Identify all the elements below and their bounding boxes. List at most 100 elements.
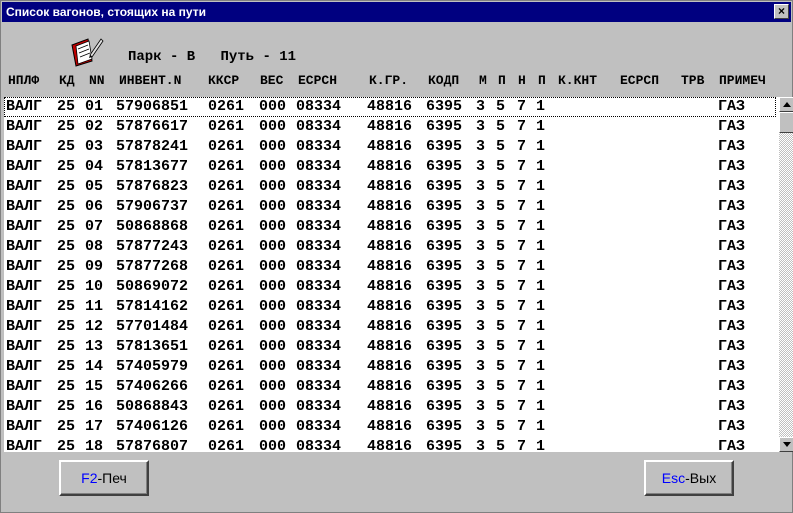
cell: 48816 [367,438,413,452]
scroll-thumb[interactable] [779,112,793,133]
cell: 7 [517,218,527,235]
cell: 6395 [426,398,463,415]
cell: 18 [85,438,104,452]
cell: 5 [496,238,506,255]
list-item[interactable]: ВАЛГ 25 16 50868843 0261 000 08334 48816 6395 3 5 7… [4,397,776,417]
cell: 3 [476,298,486,315]
list-item[interactable]: ВАЛГ 25 15 57406266 0261 000 08334 48816 6395 3 5 7… [4,377,776,397]
cell: 48816 [367,338,413,355]
cell: 25 [57,218,76,235]
cell: ВАЛГ [6,218,43,235]
cell: 6395 [426,218,463,235]
cell: 7 [517,138,527,155]
cell: 14 [85,358,104,375]
title-bar[interactable]: Список вагонов, стоящих на пути × [2,2,791,22]
cell: 48816 [367,238,413,255]
cell: 25 [57,258,76,275]
cell: 5 [496,178,506,195]
print-button[interactable]: F2-Печ [59,460,149,496]
cell: 3 [476,158,486,175]
list-item[interactable]: ВАЛГ 25 05 57876823 0261 000 08334 48816 6395 3 5 7… [4,177,776,197]
exit-button[interactable]: Esc-Вых [644,460,734,496]
list-item[interactable]: ВАЛГ 25 11 57814162 0261 000 08334 48816 6395 3 5 7… [4,297,776,317]
cell: 48816 [367,418,413,435]
cell: ГАЗ [718,178,746,195]
list-item[interactable]: ВАЛГ 25 14 57405979 0261 000 08334 48816 6395 3 5 7… [4,357,776,377]
list-item[interactable]: ВАЛГ 25 07 50868868 0261 000 08334 48816 6395 3 5 7… [4,217,776,237]
list-item[interactable]: ВАЛГ 25 01 57906851 0261 000 08334 48816 6395 3 5 7… [4,97,776,117]
cell: ГАЗ [718,398,746,415]
cell: 3 [476,138,486,155]
notebook-pencil-icon [71,38,104,67]
cell: 5 [496,378,506,395]
cell: 0261 [208,278,245,295]
cell: ВАЛГ [6,358,43,375]
cell: 5 [496,358,506,375]
cell: 7 [517,318,527,335]
cell: 1 [536,118,546,135]
cell: 3 [476,278,486,295]
cell: 5 [496,158,506,175]
cell: 5 [496,118,506,135]
cell: 6395 [426,418,463,435]
column-header: П [498,73,506,88]
column-header: ВЕС [260,73,284,88]
wagon-list[interactable]: ВАЛГ 25 01 57906851 0261 000 08334 48816 6395 3 5 7… [4,97,793,452]
cell: 5 [496,278,506,295]
cell: 57813651 [116,338,189,355]
cell: 50869072 [116,278,189,295]
cell: 57406266 [116,378,189,395]
cell: 25 [57,278,76,295]
cell: 48816 [367,258,413,275]
scroll-down-button[interactable] [779,437,793,452]
cell: ВАЛГ [6,278,43,295]
cell: 5 [496,198,506,215]
cell: 000 [259,298,287,315]
cell: 08334 [296,118,342,135]
list-item[interactable]: ВАЛГ 25 12 57701484 0261 000 08334 48816 6395 3 5 7… [4,317,776,337]
list-item[interactable]: ВАЛГ 25 03 57878241 0261 000 08334 48816 6395 3 5 7… [4,137,776,157]
list-item[interactable]: ВАЛГ 25 13 57813651 0261 000 08334 48816 6395 3 5 7… [4,337,776,357]
vertical-scrollbar[interactable] [779,97,793,452]
print-key: F2 [81,470,98,486]
cell: 1 [536,238,546,255]
cell: 25 [57,138,76,155]
scroll-up-button[interactable] [779,97,793,112]
cell: 1 [536,338,546,355]
cell: 50868843 [116,398,189,415]
cell: 57906851 [116,98,189,115]
cell: 000 [259,338,287,355]
cell: 5 [496,138,506,155]
list-item[interactable]: ВАЛГ 25 04 57813677 0261 000 08334 48816 6395 3 5 7… [4,157,776,177]
cell: 48816 [367,378,413,395]
cell: 0261 [208,118,245,135]
cell: ВАЛГ [6,158,43,175]
list-item[interactable]: ВАЛГ 25 18 57876807 0261 000 08334 48816 6395 3 5 7… [4,437,776,452]
arrow-down-icon [783,442,791,447]
cell: 13 [85,338,104,355]
list-item[interactable]: ВАЛГ 25 10 50869072 0261 000 08334 48816 6395 3 5 7… [4,277,776,297]
cell: 0261 [208,298,245,315]
cell: 000 [259,318,287,335]
cell: ВАЛГ [6,338,43,355]
cell: 000 [259,238,287,255]
cell: 3 [476,378,486,395]
list-item[interactable]: ВАЛГ 25 02 57876617 0261 000 08334 48816 6395 3 5 7… [4,117,776,137]
cell: 3 [476,318,486,335]
list-item[interactable]: ВАЛГ 25 06 57906737 0261 000 08334 48816 6395 3 5 7… [4,197,776,217]
cell: 6395 [426,278,463,295]
cell: ВАЛГ [6,98,43,115]
cell: 3 [476,178,486,195]
cell: 5 [496,398,506,415]
cell: 25 [57,98,76,115]
list-item[interactable]: ВАЛГ 25 09 57877268 0261 000 08334 48816 6395 3 5 7… [4,257,776,277]
cell: 000 [259,158,287,175]
cell: 5 [496,438,506,452]
cell: 7 [517,338,527,355]
cell: 48816 [367,298,413,315]
cell: 01 [85,98,104,115]
close-button[interactable]: × [774,4,789,19]
list-item[interactable]: ВАЛГ 25 08 57877243 0261 000 08334 48816 6395 3 5 7… [4,237,776,257]
cell: 48816 [367,198,413,215]
list-item[interactable]: ВАЛГ 25 17 57406126 0261 000 08334 48816 6395 3 5 7… [4,417,776,437]
